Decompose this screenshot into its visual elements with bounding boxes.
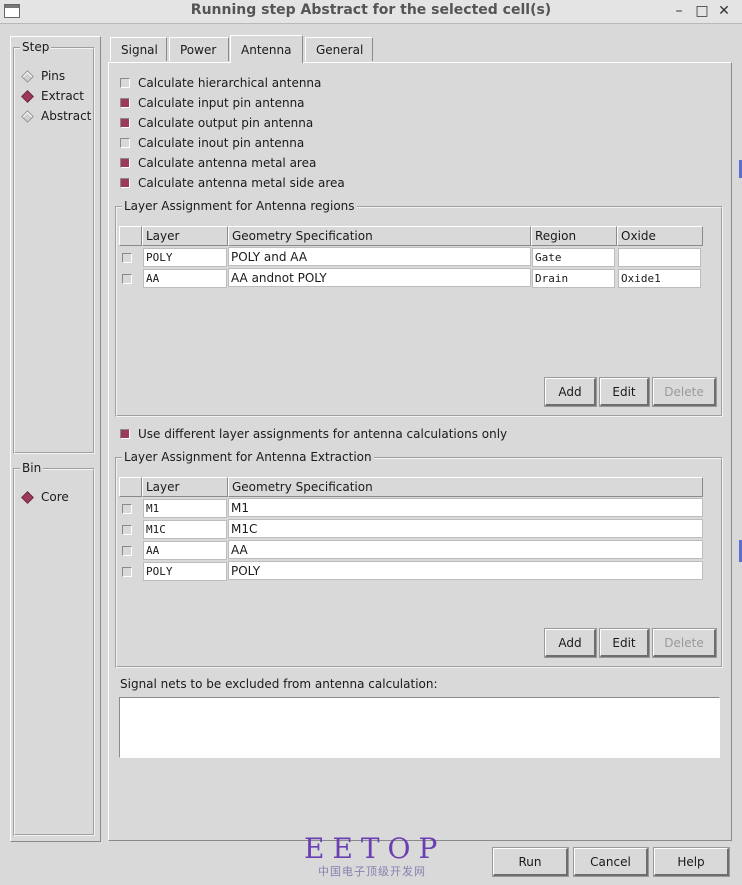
extraction-layer-header: Layer bbox=[142, 477, 228, 497]
layer-field[interactable]: M1 bbox=[143, 499, 227, 518]
maximize-icon[interactable]: □ bbox=[693, 3, 711, 19]
checkbox-checked-icon bbox=[120, 178, 130, 188]
oxide-field[interactable] bbox=[618, 248, 701, 267]
check-input-pin-antenna[interactable]: Calculate input pin antenna bbox=[120, 94, 305, 112]
check-antenna-metal-side-area[interactable]: Calculate antenna metal side area bbox=[120, 174, 345, 192]
check-use-different-layer-assignments[interactable]: Use different layer assignments for ante… bbox=[120, 425, 507, 443]
title-bar: Running step Abstract for the selected c… bbox=[0, 0, 742, 24]
row-select-checkbox[interactable] bbox=[122, 504, 132, 514]
watermark-brand: EETOP bbox=[304, 832, 446, 865]
radio-selected-icon bbox=[21, 490, 34, 504]
oxide-field[interactable]: Oxide1 bbox=[618, 269, 701, 288]
checkbox-checked-icon bbox=[120, 158, 130, 168]
cancel-button[interactable]: Cancel bbox=[573, 847, 649, 877]
extraction-delete-button[interactable]: Delete bbox=[652, 628, 717, 658]
antenna-regions-label: Layer Assignment for Antenna regions bbox=[122, 199, 357, 213]
tab-general[interactable]: General bbox=[305, 37, 373, 61]
checkbox-checked-icon bbox=[120, 118, 130, 128]
tab-antenna[interactable]: Antenna bbox=[230, 35, 303, 63]
regions-select-header bbox=[119, 226, 142, 246]
extraction-add-button[interactable]: Add bbox=[544, 628, 597, 658]
row-select-checkbox[interactable] bbox=[122, 274, 132, 284]
region-field[interactable]: Drain bbox=[532, 269, 615, 288]
region-field[interactable]: Gate bbox=[532, 248, 615, 267]
regions-edit-button[interactable]: Edit bbox=[599, 377, 650, 407]
excluded-nets-input[interactable] bbox=[119, 697, 720, 758]
step-group-label: Step bbox=[20, 40, 52, 54]
layer-field[interactable]: POLY bbox=[143, 562, 227, 581]
radio-icon bbox=[21, 109, 34, 123]
extraction-edit-button[interactable]: Edit bbox=[599, 628, 650, 658]
close-icon[interactable]: ✕ bbox=[715, 3, 733, 19]
regions-layer-header: Layer bbox=[142, 226, 228, 246]
layer-field[interactable]: POLY bbox=[143, 248, 227, 267]
antenna-extraction-label: Layer Assignment for Antenna Extraction bbox=[122, 450, 374, 464]
bin-group-label: Bin bbox=[20, 461, 44, 475]
watermark-logo: EETOP 中国电子顶级开发网 bbox=[304, 833, 440, 879]
tab-power[interactable]: Power bbox=[169, 37, 229, 61]
geometry-field[interactable]: M1C bbox=[228, 519, 703, 538]
radio-icon bbox=[21, 69, 34, 83]
regions-delete-button[interactable]: Delete bbox=[652, 377, 717, 407]
geometry-field[interactable]: AA andnot POLY bbox=[228, 268, 531, 287]
bin-option-core[interactable]: Core bbox=[20, 488, 69, 506]
regions-oxide-header: Oxide bbox=[617, 226, 703, 246]
checkbox-icon bbox=[120, 138, 130, 148]
checkbox-checked-icon bbox=[120, 429, 130, 439]
row-select-checkbox[interactable] bbox=[122, 567, 132, 577]
checkbox-checked-icon bbox=[120, 98, 130, 108]
help-button[interactable]: Help bbox=[653, 847, 730, 877]
bin-group bbox=[13, 468, 95, 836]
row-select-checkbox[interactable] bbox=[122, 546, 132, 556]
check-inout-pin-antenna[interactable]: Calculate inout pin antenna bbox=[120, 134, 304, 152]
extraction-geometry-header: Geometry Specification bbox=[228, 477, 703, 497]
window-title: Running step Abstract for the selected c… bbox=[190, 2, 552, 18]
geometry-field[interactable]: POLY and AA bbox=[228, 247, 531, 266]
run-button[interactable]: Run bbox=[492, 847, 569, 877]
layer-field[interactable]: M1C bbox=[143, 520, 227, 539]
tab-signal[interactable]: Signal bbox=[110, 37, 167, 61]
row-select-checkbox[interactable] bbox=[122, 253, 132, 263]
extraction-select-header bbox=[119, 477, 142, 497]
radio-selected-icon bbox=[21, 89, 34, 103]
check-antenna-metal-area[interactable]: Calculate antenna metal area bbox=[120, 154, 316, 172]
excluded-nets-label: Signal nets to be excluded from antenna … bbox=[120, 677, 438, 691]
regions-geometry-header: Geometry Specification bbox=[228, 226, 531, 246]
layer-field[interactable]: AA bbox=[143, 541, 227, 560]
step-option-abstract[interactable]: Abstract bbox=[20, 107, 91, 125]
geometry-field[interactable]: M1 bbox=[228, 498, 703, 517]
watermark-subtitle: 中国电子顶级开发网 bbox=[318, 865, 426, 878]
regions-region-header: Region bbox=[531, 226, 617, 246]
step-option-pins[interactable]: Pins bbox=[20, 67, 65, 85]
checkbox-icon bbox=[120, 78, 130, 88]
regions-add-button[interactable]: Add bbox=[544, 377, 597, 407]
geometry-field[interactable]: POLY bbox=[228, 561, 703, 580]
check-output-pin-antenna[interactable]: Calculate output pin antenna bbox=[120, 114, 313, 132]
row-select-checkbox[interactable] bbox=[122, 525, 132, 535]
step-option-extract[interactable]: Extract bbox=[20, 87, 84, 105]
layer-field[interactable]: AA bbox=[143, 269, 227, 288]
minimize-icon[interactable]: – bbox=[670, 3, 688, 19]
geometry-field[interactable]: AA bbox=[228, 540, 703, 559]
check-hierarchical-antenna[interactable]: Calculate hierarchical antenna bbox=[120, 74, 321, 92]
